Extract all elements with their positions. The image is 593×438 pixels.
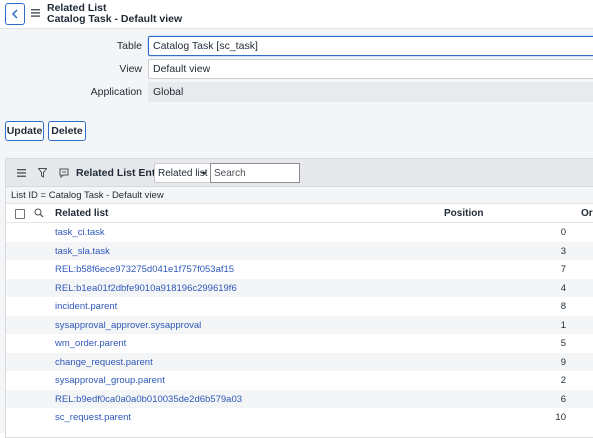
filter-icon[interactable] [38,168,47,178]
position-value: 3 [560,245,566,257]
application-label: Application [90,86,142,98]
position-value: 10 [555,412,566,423]
page-header: Related List Catalog Task - Default view [0,0,593,29]
related-list-link[interactable]: sysapproval_approver.sysapproval [55,320,201,331]
select-all-checkbox[interactable] [15,209,25,219]
position-value: 8 [560,301,566,312]
chevron-left-icon [11,9,18,19]
header-subtitle: Catalog Task - Default view [47,13,183,25]
related-list-link[interactable]: change_request.parent [55,357,153,368]
table-row: sc_request.parent 10 [6,408,593,427]
position-value: 7 [560,264,566,275]
table-field[interactable]: Catalog Task [sc_task] [148,36,593,56]
table-row: sysapproval_approver.sysapproval 1 [6,315,593,334]
related-list-link[interactable]: task_ci.task [55,227,105,238]
delete-button[interactable]: Delete [48,121,86,141]
application-field: Global [148,82,593,102]
position-value: 5 [560,338,566,349]
back-button[interactable] [5,3,25,25]
related-list-link[interactable]: wm_order.parent [55,338,126,349]
related-list-link[interactable]: REL:b58f6ece973275d041e1f757f053af15 [55,264,234,275]
table-row: sysapproval_group.parent 2 [6,371,593,390]
view-label: View [119,63,142,75]
related-list-link[interactable]: incident.parent [55,301,117,312]
table-label: Table [116,40,142,52]
related-list-link[interactable]: REL:b1ea01f2dbfe9010a918196c299619f6 [55,283,237,294]
update-button[interactable]: Update [5,121,44,141]
related-list-link[interactable]: REL:b9edf0ca0a0a0b010035de2d6b579a03 [55,394,242,405]
search-field-select[interactable]: Related list [154,163,211,183]
position-value: 1 [560,319,566,331]
column-header-order[interactable]: Or [581,208,593,219]
column-header-row: Related list Position Or [6,204,593,223]
list-menu-icon[interactable] [17,169,26,177]
record-form: Table Catalog Task [sc_task] View Defaul… [0,29,593,114]
related-list-entries-panel: Related List Entries Related list Search… [5,158,593,438]
caret-down-icon [201,172,207,175]
position-value: 9 [560,356,566,368]
list-header: Related List Entries Related list Search [6,159,593,187]
view-field[interactable]: Default view [148,59,593,79]
related-list-link[interactable]: task_sla.task [55,246,110,257]
table-row: REL:b58f6ece973275d041e1f757f053af15 7 [6,260,593,279]
column-header-related-list[interactable]: Related list [55,208,108,219]
table-row: task_ci.task 0 [6,223,593,242]
related-list-link[interactable]: sc_request.parent [55,412,131,423]
related-list-link[interactable]: sysapproval_group.parent [55,375,165,386]
table-row: incident.parent 8 [6,297,593,316]
table-row: REL:b9edf0ca0a0a0b010035de2d6b579a03 6 [6,389,593,408]
column-header-position[interactable]: Position [444,208,483,219]
table-row: wm_order.parent 5 [6,334,593,353]
position-value: 6 [560,393,566,405]
table-row: task_sla.task 3 [6,241,593,260]
table-row: REL:b1ea01f2dbfe9010a918196c299619f6 4 [6,278,593,297]
search-icon[interactable] [34,208,44,218]
position-value: 0 [560,227,566,238]
position-value: 4 [560,282,566,294]
position-value: 2 [560,375,566,386]
page-title: Related List Catalog Task - Default view [47,3,182,25]
list-id-breadcrumb[interactable]: List ID = Catalog Task - Default view [6,187,593,204]
search-input[interactable]: Search [210,163,300,183]
comment-icon[interactable] [59,168,69,178]
context-menu-icon[interactable] [31,9,40,17]
table-row: change_request.parent 9 [6,352,593,371]
